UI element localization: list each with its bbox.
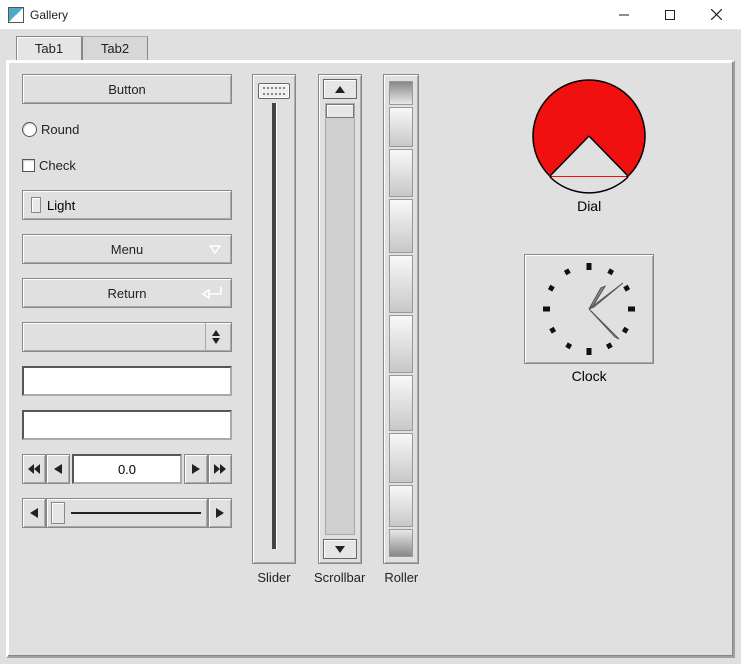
vertical-scrollbar-group: Scrollbar xyxy=(314,74,365,644)
scrollbar-trough[interactable] xyxy=(325,103,355,535)
vertical-roller-group: Roller xyxy=(383,74,419,644)
light-indicator-icon xyxy=(31,197,41,213)
client-area: Tab1 Tab2 Button Round Check xyxy=(0,30,741,664)
vertical-roller[interactable] xyxy=(383,74,419,564)
roller-segment xyxy=(389,433,413,483)
window-titlebar: Gallery xyxy=(0,0,741,30)
vertical-slider[interactable] xyxy=(252,74,296,564)
window-title: Gallery xyxy=(30,8,68,22)
counter: 0.0 xyxy=(22,454,232,484)
clock-face-icon xyxy=(534,259,644,359)
slider-label: Slider xyxy=(257,570,290,585)
light-button[interactable]: Light xyxy=(22,190,232,220)
hslider-next-button[interactable] xyxy=(208,498,232,528)
return-label: Return xyxy=(107,286,146,301)
hslider-track[interactable] xyxy=(46,498,208,528)
checkbox-icon xyxy=(22,159,35,172)
left-icon xyxy=(30,508,38,518)
radio-label: Round xyxy=(41,122,79,137)
roller-segment xyxy=(389,149,413,197)
roller-segment xyxy=(389,255,413,313)
choice-stepper[interactable] xyxy=(205,323,225,351)
right-column: Dial xyxy=(439,74,719,644)
tab-panel: Button Round Check Light Menu xyxy=(6,60,735,658)
counter-prev-button[interactable] xyxy=(46,454,70,484)
chevron-up-icon xyxy=(212,330,220,336)
double-right-icon xyxy=(214,464,226,474)
radio-icon xyxy=(22,122,37,137)
left-icon xyxy=(54,464,62,474)
button[interactable]: Button xyxy=(22,74,232,104)
scrollbar-label: Scrollbar xyxy=(314,570,365,585)
roller-segment xyxy=(389,529,413,557)
counter-fast-rewind-button[interactable] xyxy=(22,454,46,484)
counter-fast-forward-button[interactable] xyxy=(208,454,232,484)
return-button[interactable]: Return xyxy=(22,278,232,308)
close-icon xyxy=(711,9,722,20)
hslider-prev-button[interactable] xyxy=(22,498,46,528)
clock-label: Clock xyxy=(572,368,607,384)
counter-value[interactable]: 0.0 xyxy=(72,454,182,484)
roller-segment xyxy=(389,107,413,147)
tab-bar: Tab1 Tab2 xyxy=(16,36,735,60)
tab-label: Tab2 xyxy=(101,41,129,56)
check-checkbox[interactable]: Check xyxy=(22,154,232,176)
left-column: Button Round Check Light Menu xyxy=(22,74,232,644)
vertical-slider-group: Slider xyxy=(252,74,296,644)
menu-label: Menu xyxy=(111,242,144,257)
hslider-thumb[interactable] xyxy=(51,502,65,524)
chevron-down-icon xyxy=(335,546,345,553)
hslider-line xyxy=(71,512,201,514)
dial-label: Dial xyxy=(577,198,601,214)
round-radio[interactable]: Round xyxy=(22,118,232,140)
roller-segment xyxy=(389,485,413,527)
light-label: Light xyxy=(47,198,75,213)
roller-segment xyxy=(389,315,413,373)
minimize-icon xyxy=(619,10,629,20)
middle-column: Slider Scrollbar xyxy=(252,74,419,644)
choice-dropdown[interactable] xyxy=(22,322,232,352)
tab-label: Tab1 xyxy=(35,41,63,56)
menu-button[interactable]: Menu xyxy=(22,234,232,264)
double-left-icon xyxy=(28,464,40,474)
close-button[interactable] xyxy=(693,0,739,30)
dial-widget[interactable] xyxy=(519,74,659,194)
roller-segment xyxy=(389,375,413,431)
chevron-up-icon xyxy=(335,86,345,93)
button-label: Button xyxy=(108,82,146,97)
minimize-button[interactable] xyxy=(601,0,647,30)
slider-rail xyxy=(272,103,276,549)
chevron-down-icon xyxy=(209,243,221,255)
scrollbar-thumb[interactable] xyxy=(326,104,354,118)
chevron-down-icon xyxy=(212,338,220,344)
tab-2[interactable]: Tab2 xyxy=(82,36,148,60)
counter-next-button[interactable] xyxy=(184,454,208,484)
right-icon xyxy=(216,508,224,518)
roller-segment xyxy=(389,81,413,105)
app-icon xyxy=(8,7,24,23)
scrollbar-down-button[interactable] xyxy=(323,539,357,559)
return-icon xyxy=(201,285,223,301)
clock-group: Clock xyxy=(524,254,654,384)
roller-segment xyxy=(389,199,413,253)
slider-knob[interactable] xyxy=(258,83,290,99)
maximize-icon xyxy=(665,10,675,20)
maximize-button[interactable] xyxy=(647,0,693,30)
roller-label: Roller xyxy=(384,570,418,585)
right-icon xyxy=(192,464,200,474)
clock-widget[interactable] xyxy=(524,254,654,364)
text-input-1[interactable] xyxy=(22,366,232,396)
checkbox-label: Check xyxy=(39,158,76,173)
scrollbar-up-button[interactable] xyxy=(323,79,357,99)
text-input-2[interactable] xyxy=(22,410,232,440)
horizontal-value-slider xyxy=(22,498,232,528)
tab-1[interactable]: Tab1 xyxy=(16,36,82,60)
vertical-scrollbar[interactable] xyxy=(318,74,362,564)
dial-group: Dial xyxy=(519,74,659,214)
